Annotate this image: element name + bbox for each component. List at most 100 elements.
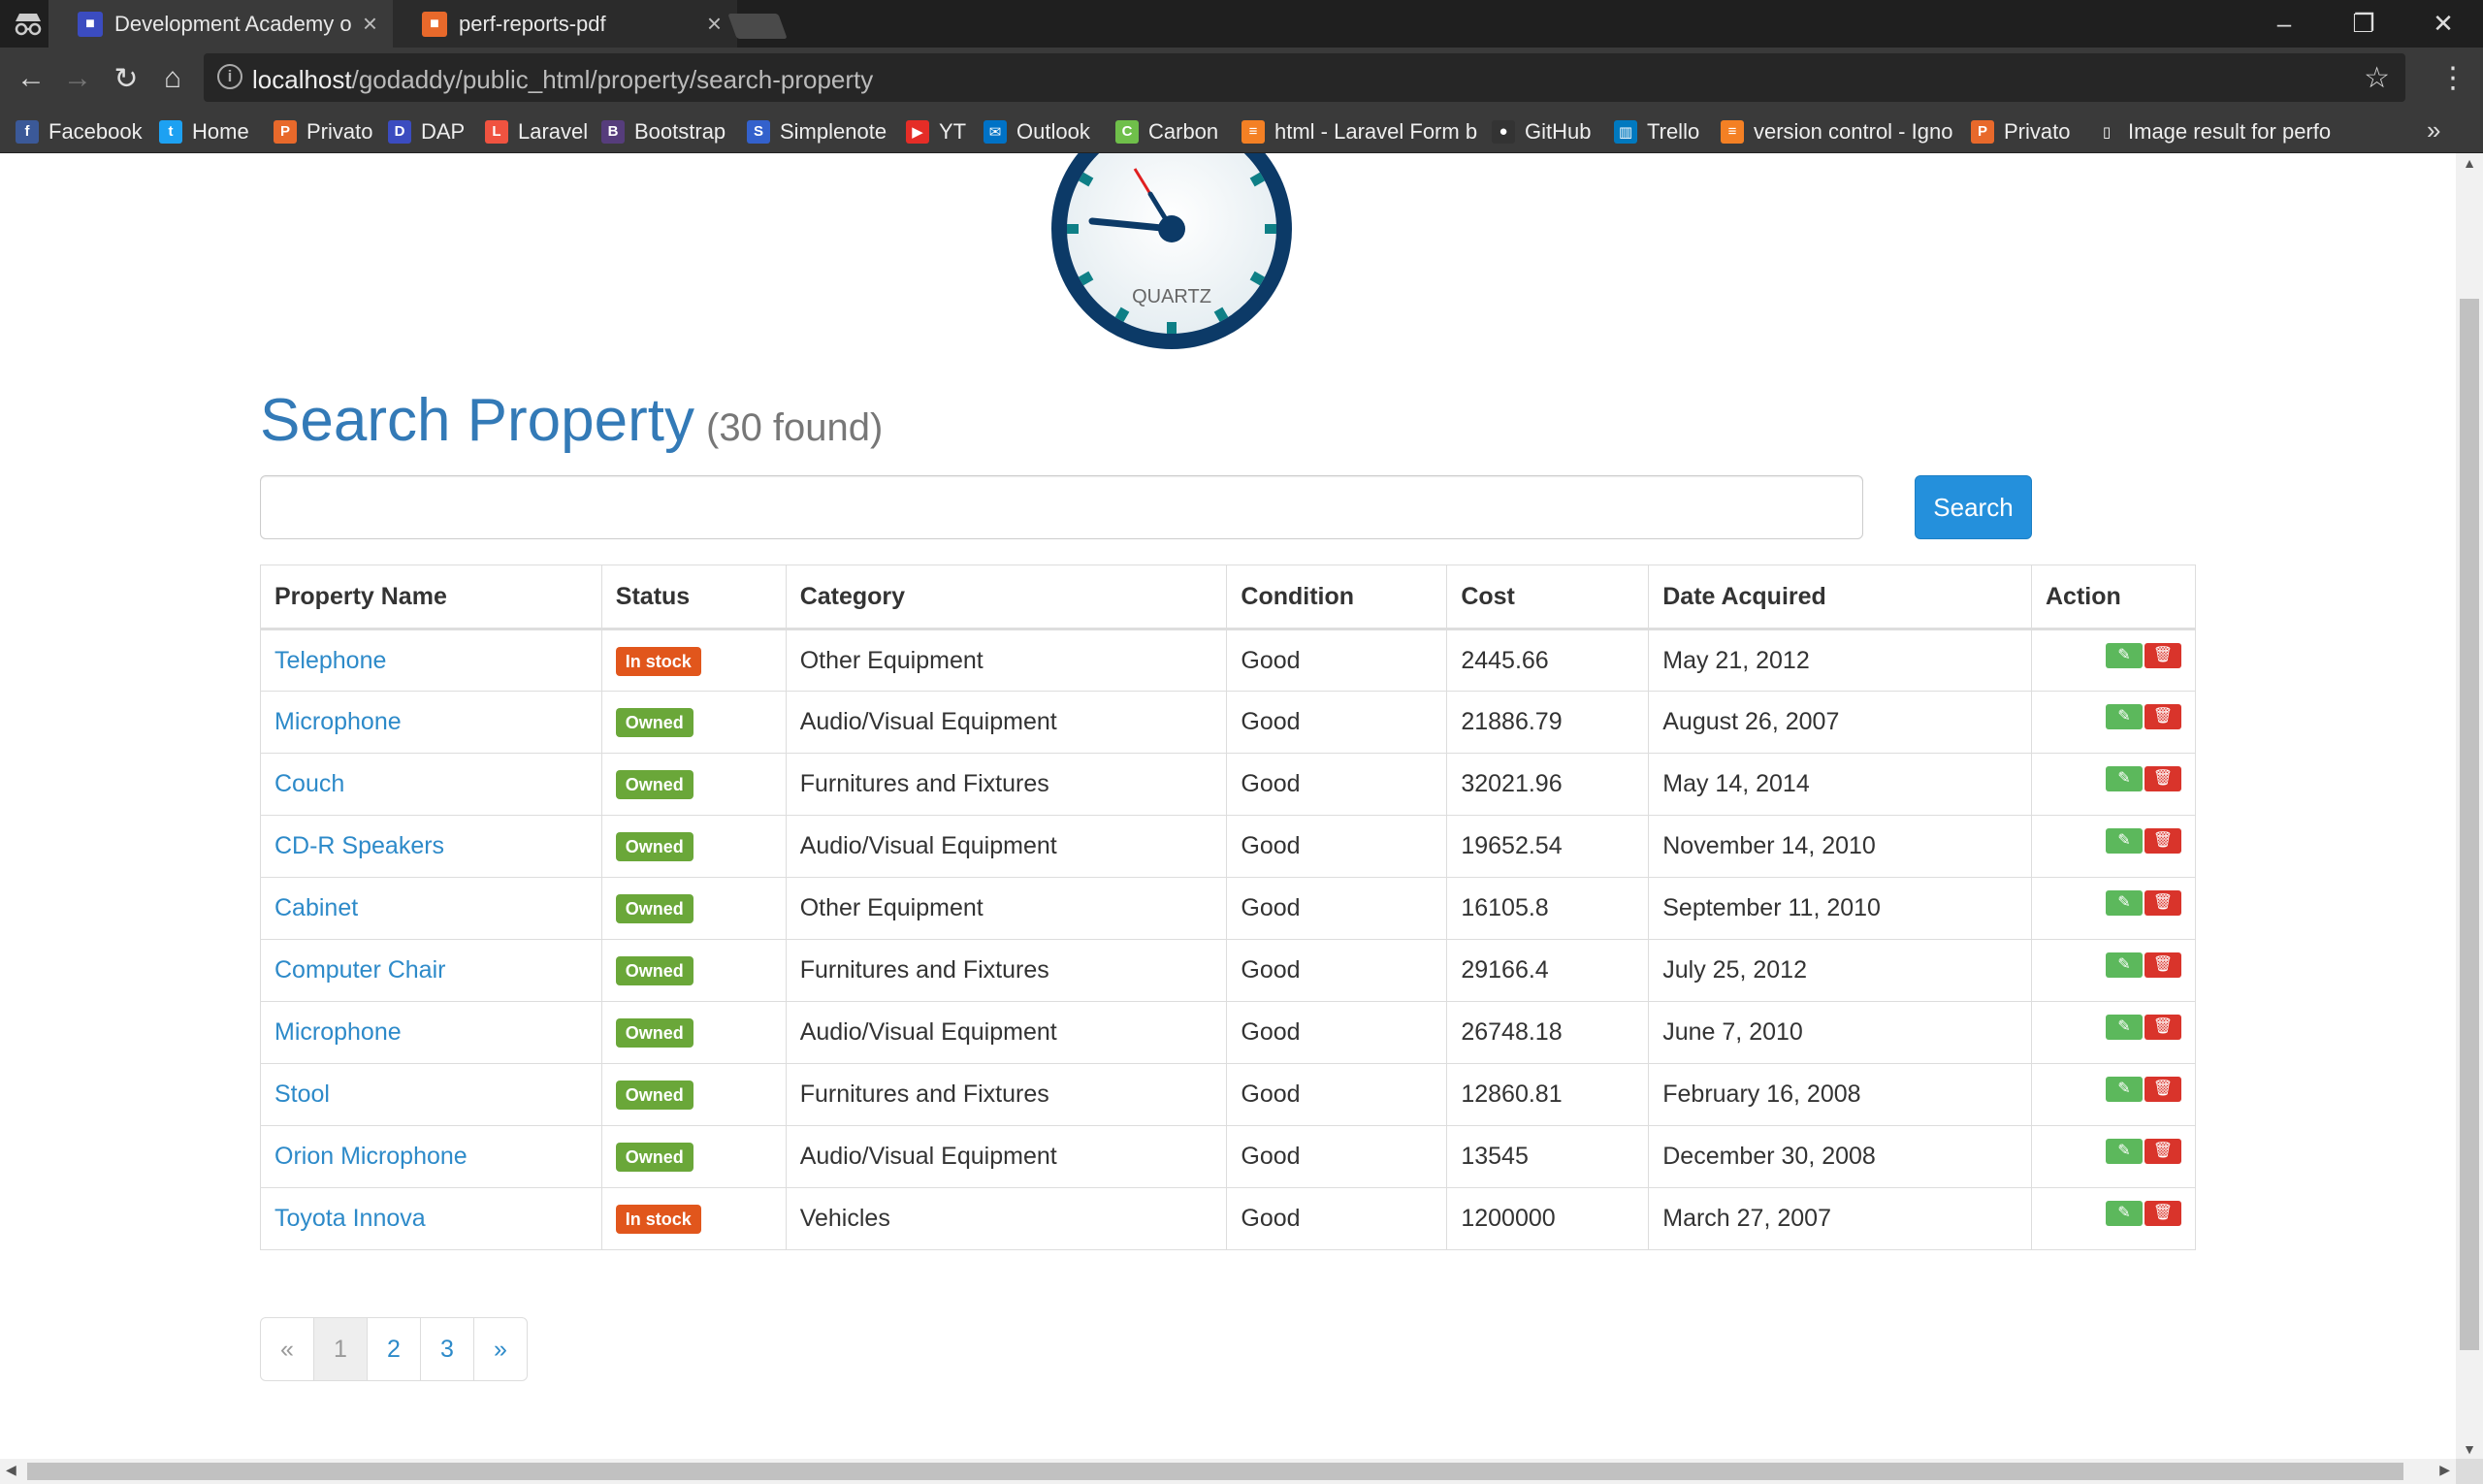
back-icon[interactable]: ← — [10, 57, 52, 100]
browser-tab[interactable]: ■ perf-reports-pdf × — [393, 0, 737, 48]
delete-button[interactable]: 🗑 — [2144, 952, 2181, 979]
bookmark-item[interactable]: S Simplenote — [747, 110, 887, 153]
scroll-right-icon[interactable]: ▶ — [2439, 1462, 2450, 1478]
property-link[interactable]: CD-R Speakers — [274, 832, 444, 859]
browser-tab[interactable]: ■ Development Academy o × — [48, 0, 393, 48]
bookmark-label: DAP — [421, 118, 466, 144]
table-row: Computer Chair Owned Furnitures and Fixtur… — [260, 939, 2196, 1002]
bookmark-item[interactable]: ≡ html - Laravel Form b — [1242, 110, 1477, 153]
address-bar[interactable]: i localhost/godaddy/public_html/property… — [204, 53, 2405, 102]
restore-icon[interactable]: ❐ — [2324, 0, 2403, 48]
bookmark-item[interactable]: ▶ YT — [906, 110, 966, 153]
pagination-prev: « — [260, 1317, 314, 1381]
new-tab-button[interactable] — [727, 14, 788, 39]
bookmark-item[interactable]: P Privato — [274, 110, 372, 153]
delete-button[interactable]: 🗑 — [2144, 642, 2181, 668]
bookmark-item[interactable]: f Facebook — [16, 110, 143, 153]
bookmark-item[interactable]: L Laravel — [485, 110, 588, 153]
column-header: Status — [600, 565, 787, 630]
info-icon[interactable]: i — [217, 64, 242, 89]
search-input[interactable] — [260, 475, 1863, 539]
category-cell: Audio/Visual Equipment — [785, 815, 1228, 878]
trello-icon: ▥ — [1614, 119, 1637, 144]
tab-close-icon[interactable]: × — [707, 9, 722, 39]
pagination-page-3[interactable]: 3 — [420, 1317, 474, 1381]
search-button[interactable]: Search — [1915, 475, 2032, 539]
property-link[interactable]: Couch — [274, 770, 344, 797]
url-text[interactable]: localhost/godaddy/public_html/property/s… — [252, 65, 873, 95]
more-bookmarks-icon[interactable]: » — [2427, 115, 2440, 145]
vertical-scroll-thumb[interactable] — [2460, 299, 2479, 1350]
delete-button[interactable]: 🗑 — [2144, 1077, 2181, 1103]
edit-button[interactable]: ✎ — [2106, 766, 2143, 792]
outlook-icon: ✉ — [984, 119, 1007, 144]
property-link[interactable]: Telephone — [274, 647, 386, 674]
scroll-down-icon[interactable]: ▼ — [2456, 1441, 2483, 1457]
menu-icon[interactable]: ⋮ — [2438, 61, 2467, 95]
reload-icon[interactable]: ↻ — [105, 57, 147, 100]
tab-close-icon[interactable]: × — [363, 9, 377, 39]
delete-button[interactable]: 🗑 — [2144, 890, 2181, 917]
pagination-page-2[interactable]: 2 — [367, 1317, 421, 1381]
edit-button[interactable]: ✎ — [2106, 1015, 2143, 1041]
bookmark-item[interactable]: D DAP — [388, 110, 465, 153]
scroll-up-icon[interactable]: ▲ — [2456, 155, 2483, 171]
bookmark-item[interactable]: ≡ version control - Igno — [1721, 110, 1952, 153]
forward-icon[interactable]: → — [56, 57, 99, 100]
property-link[interactable]: Toyota Innova — [274, 1205, 426, 1232]
delete-button[interactable]: 🗑 — [2144, 1015, 2181, 1041]
bookmark-item[interactable]: ▯ Image result for perfo — [2095, 110, 2331, 153]
delete-button[interactable]: 🗑 — [2144, 704, 2181, 730]
bookmark-item[interactable]: P Privato — [1971, 110, 2070, 153]
condition-cell: Good — [1226, 815, 1448, 878]
edit-button[interactable]: ✎ — [2106, 952, 2143, 979]
status-badge: Owned — [615, 1081, 693, 1110]
delete-button[interactable]: 🗑 — [2144, 766, 2181, 792]
home-icon[interactable]: ⌂ — [151, 57, 194, 100]
bookmark-item[interactable]: ▥ Trello — [1614, 110, 1699, 153]
delete-button[interactable]: 🗑 — [2144, 1139, 2181, 1165]
edit-button[interactable]: ✎ — [2106, 704, 2143, 730]
trash-icon: 🗑 — [2152, 1205, 2174, 1222]
bookmark-item[interactable]: C Carbon — [1115, 110, 1218, 153]
edit-button[interactable]: ✎ — [2106, 1201, 2143, 1227]
property-link[interactable]: Computer Chair — [274, 956, 445, 984]
vertical-scrollbar[interactable]: ▲ ▼ — [2456, 153, 2483, 1459]
pagination-next[interactable]: » — [473, 1317, 528, 1381]
bookmark-item[interactable]: ● GitHub — [1492, 110, 1591, 153]
close-window-icon[interactable]: ✕ — [2403, 0, 2483, 48]
horizontal-scroll-thumb[interactable] — [27, 1463, 2403, 1480]
laravel-icon: L — [485, 119, 508, 144]
date-cell: December 30, 2008 — [1648, 1125, 2032, 1188]
bookmark-item[interactable]: t Home — [159, 110, 249, 153]
property-link[interactable]: Orion Microphone — [274, 1143, 468, 1170]
property-link[interactable]: Microphone — [274, 1018, 402, 1046]
bookmark-star-icon[interactable]: ☆ — [2364, 61, 2390, 95]
bookmark-item[interactable]: B Bootstrap — [601, 110, 726, 153]
horizontal-scrollbar[interactable]: ◀ ▶ — [0, 1459, 2456, 1484]
property-link[interactable]: Stool — [274, 1081, 330, 1108]
edit-button[interactable]: ✎ — [2106, 828, 2143, 855]
facebook-icon: f — [16, 119, 39, 144]
clock-tick — [1249, 172, 1266, 187]
property-link[interactable]: Cabinet — [274, 894, 358, 921]
edit-button[interactable]: ✎ — [2106, 1077, 2143, 1103]
column-header: Action — [2031, 565, 2196, 630]
minimize-icon[interactable]: – — [2244, 0, 2324, 48]
scroll-left-icon[interactable]: ◀ — [6, 1462, 16, 1478]
action-cell: ✎ 🗑 — [2031, 691, 2196, 754]
page-icon: ▯ — [2095, 119, 2118, 144]
delete-button[interactable]: 🗑 — [2144, 828, 2181, 855]
table-row: Cabinet Owned Other Equipment Good 16105.8 Se… — [260, 877, 2196, 940]
pagination-page-1: 1 — [313, 1317, 368, 1381]
clock-tick — [1249, 271, 1266, 286]
edit-button[interactable]: ✎ — [2106, 890, 2143, 917]
tab-favicon-icon: ■ — [422, 11, 447, 37]
edit-button[interactable]: ✎ — [2106, 1139, 2143, 1165]
delete-button[interactable]: 🗑 — [2144, 1201, 2181, 1227]
bookmark-item[interactable]: ✉ Outlook — [984, 110, 1090, 153]
simplenote-icon: S — [747, 119, 770, 144]
edit-icon: ✎ — [2117, 708, 2131, 726]
edit-button[interactable]: ✎ — [2106, 642, 2143, 668]
property-link[interactable]: Microphone — [274, 708, 402, 735]
